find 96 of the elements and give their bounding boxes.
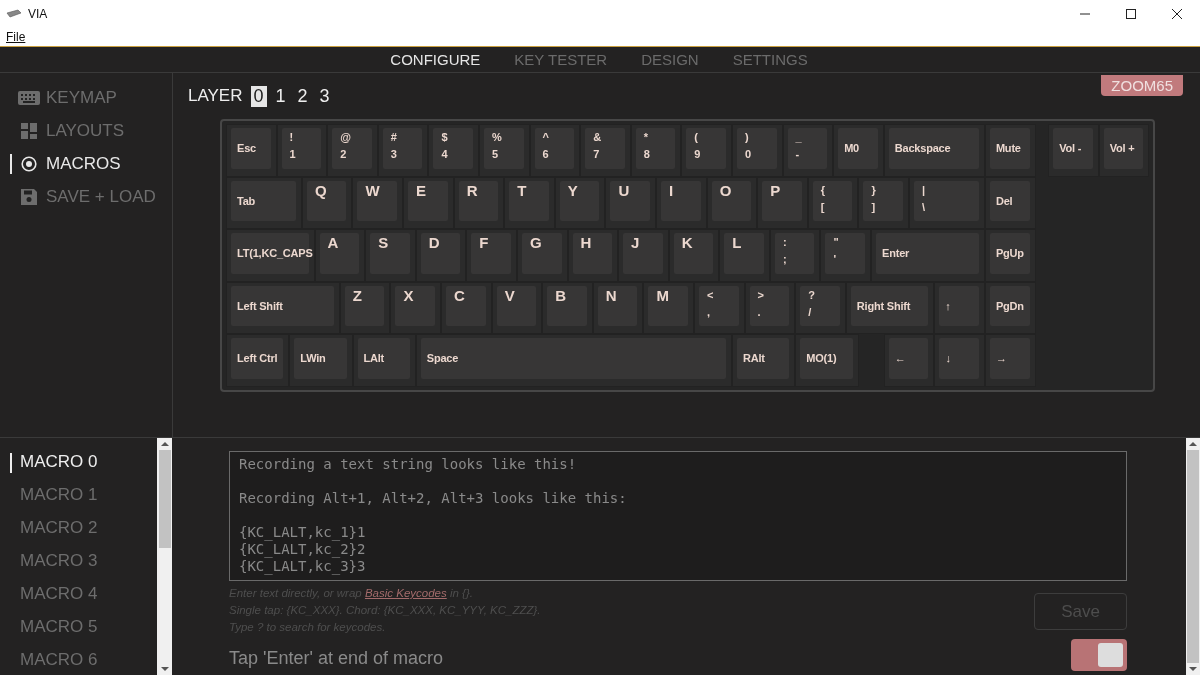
- layer-tab[interactable]: 2: [294, 85, 311, 107]
- sidebar-item[interactable]: MACROS: [0, 153, 172, 175]
- macro-text-field[interactable]: Recording a text string looks like this! Recording Alt+1, Alt+2, Alt+3 looks like this: {KC_LALT,kc_1}1 {KC_LALT,kc_2}2 {KC_LALT,kc_3}3: [229, 451, 1127, 581]
- key[interactable]: M: [643, 281, 694, 334]
- close-icon[interactable]: [1172, 9, 1182, 19]
- key[interactable]: Q: [301, 176, 353, 229]
- key[interactable]: Vol -: [1048, 124, 1099, 177]
- key[interactable]: U: [605, 176, 657, 229]
- key[interactable]: @ 2: [327, 124, 378, 177]
- key[interactable]: Space: [415, 334, 732, 387]
- key[interactable]: Left Ctrl: [226, 334, 290, 387]
- key[interactable]: N: [592, 281, 644, 334]
- scroll-up-icon[interactable]: [160, 442, 169, 446]
- key[interactable]: Vol +: [1098, 124, 1150, 177]
- scroll-down-icon[interactable]: [160, 667, 169, 671]
- key[interactable]: L: [719, 229, 770, 282]
- grid-icon: [18, 123, 40, 139]
- key[interactable]: % 5: [478, 124, 530, 177]
- key[interactable]: ( 9: [681, 124, 732, 177]
- menu-item[interactable]: File: [6, 30, 26, 44]
- key[interactable]: T: [504, 176, 555, 229]
- key[interactable]: R: [453, 176, 505, 229]
- key[interactable]: →: [985, 334, 1036, 387]
- key[interactable]: : ;: [769, 229, 821, 282]
- key[interactable]: Y: [554, 176, 606, 229]
- key[interactable]: Enter: [871, 229, 985, 282]
- key[interactable]: H: [567, 229, 619, 282]
- key[interactable]: I: [656, 176, 707, 229]
- keyboard-name-badge: ZOOM65: [1101, 75, 1183, 96]
- macro-item[interactable]: MACRO 0: [0, 452, 157, 474]
- scrollbar[interactable]: [157, 438, 172, 675]
- key[interactable]: J: [618, 229, 669, 282]
- key[interactable]: V: [491, 281, 543, 334]
- key[interactable]: C: [441, 281, 492, 334]
- key[interactable]: " ': [820, 229, 872, 282]
- key[interactable]: G: [516, 229, 568, 282]
- key[interactable]: ←: [883, 334, 935, 387]
- layer-tab[interactable]: 0: [250, 85, 267, 107]
- key[interactable]: _ -: [782, 124, 834, 177]
- basic-keycodes-link[interactable]: Basic Keycodes: [364, 587, 447, 599]
- key[interactable]: K: [668, 229, 720, 282]
- key[interactable]: O: [706, 176, 758, 229]
- key[interactable]: E: [403, 176, 454, 229]
- keyboard-icon: [18, 90, 40, 106]
- key[interactable]: MO(1): [795, 334, 859, 387]
- window-title: VIA: [28, 7, 48, 21]
- layer-tab[interactable]: 3: [316, 85, 333, 107]
- key[interactable]: X: [390, 281, 442, 334]
- layer-label: LAYER: [188, 86, 243, 106]
- key[interactable]: # 3: [377, 124, 429, 177]
- key[interactable]: { [: [807, 176, 859, 229]
- key[interactable]: RAlt: [732, 334, 796, 387]
- key[interactable]: B: [542, 281, 593, 334]
- option-label: Tap 'Enter' at end of macro: [229, 648, 443, 670]
- key[interactable]: ↓: [934, 334, 985, 387]
- key[interactable]: $ 4: [428, 124, 479, 177]
- key[interactable]: PgDn: [984, 281, 1036, 334]
- key[interactable]: & 7: [580, 124, 631, 177]
- nav-tab[interactable]: CONFIGURE: [390, 51, 481, 68]
- app-keyboard-icon: [6, 9, 22, 19]
- key[interactable]: > .: [744, 281, 796, 334]
- key[interactable]: Left Shift: [226, 281, 340, 334]
- key[interactable]: Del: [984, 176, 1036, 229]
- key[interactable]: < ,: [694, 281, 745, 334]
- key[interactable]: Backspace: [883, 124, 985, 177]
- maximize-icon[interactable]: [1126, 9, 1136, 19]
- key[interactable]: ! 1: [276, 124, 328, 177]
- key[interactable]: } ]: [858, 176, 909, 229]
- toggle-switch[interactable]: [1071, 639, 1127, 671]
- key[interactable]: * 8: [630, 124, 682, 177]
- key[interactable]: S: [365, 229, 416, 282]
- scroll-up-icon[interactable]: [1189, 442, 1197, 446]
- key[interactable]: LT(1,KC_CAPS: [226, 229, 315, 282]
- key[interactable]: M0: [833, 124, 884, 177]
- key[interactable]: ) 0: [731, 124, 783, 177]
- scroll-down-icon[interactable]: [1189, 667, 1197, 671]
- key[interactable]: | \: [909, 176, 985, 229]
- key[interactable]: LAlt: [352, 334, 416, 387]
- key[interactable]: ? /: [795, 281, 846, 334]
- key[interactable]: W: [352, 176, 404, 229]
- key[interactable]: ^ 6: [529, 124, 581, 177]
- page-scrollbar[interactable]: [1186, 438, 1200, 675]
- key[interactable]: Esc: [226, 124, 277, 177]
- key[interactable]: Z: [339, 281, 391, 334]
- key[interactable]: Right Shift: [845, 281, 935, 334]
- key[interactable]: Mute: [984, 124, 1036, 177]
- key[interactable]: PgUp: [984, 229, 1036, 282]
- key[interactable]: Tab: [226, 176, 302, 229]
- layer-tab[interactable]: 1: [272, 85, 289, 107]
- key[interactable]: A: [314, 229, 366, 282]
- key[interactable]: LWin: [289, 334, 353, 387]
- key[interactable]: F: [466, 229, 517, 282]
- key[interactable]: ↑: [934, 281, 985, 334]
- key[interactable]: D: [415, 229, 467, 282]
- key[interactable]: P: [757, 176, 808, 229]
- save-icon: [18, 189, 40, 205]
